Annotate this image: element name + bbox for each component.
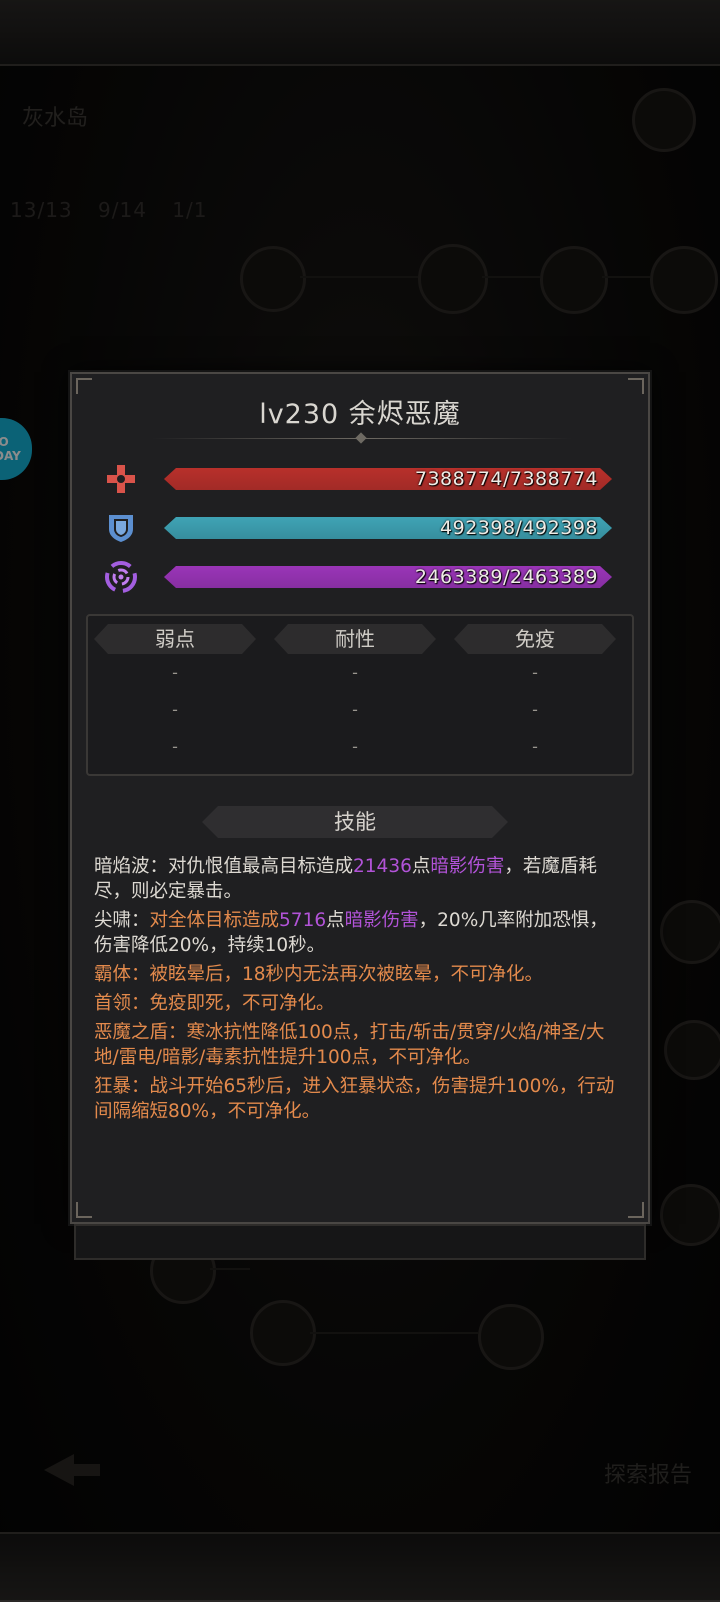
weakness-column: 弱点 - - - [94,624,256,765]
weakness-value: - [172,663,178,682]
magic-bar: 2463389/2463389 [164,566,612,588]
skills-header: 技能 [202,806,508,838]
skill-text: 对全体目标造成 [149,910,280,931]
health-bar: 7388774/7388774 [164,468,612,490]
skill-entry: 霸体：被眩晕后，18秒内无法再次被眩晕，不可净化。 [94,962,622,987]
panel-base [74,1224,646,1260]
resistance-value: - [352,737,358,756]
skill-text: 暗焰波：对仇恨值最高目标造成 [94,856,354,877]
shield-value: 492398/492398 [440,517,598,539]
panel-corner [628,1202,644,1218]
resistance-table: 弱点 - - - 耐性 - - - 免疫 - - - [86,614,634,776]
skill-text: 恶魔之盾：寒冰抗性降低100点，打击/斩击/贯穿/火焰/神圣/大地/雷电/暗影/… [94,1022,605,1068]
immunity-value: - [532,700,538,719]
skill-entry: 恶魔之盾：寒冰抗性降低100点，打击/斩击/贯穿/火焰/神圣/大地/雷电/暗影/… [94,1020,622,1070]
shield-icon [109,515,133,542]
skill-entry: 首领：免疫即死，不可净化。 [94,991,622,1016]
skill-text: 狂暴：战斗开始65秒后，进入狂暴状态，伤害提升100%，行动间隔缩短80%，不可… [94,1076,615,1122]
immunity-column: 免疫 - - - [454,624,616,765]
resistance-value: - [352,663,358,682]
vortex-icon [105,561,137,593]
skill-text: 点 [411,856,431,877]
boss-info-panel: lv230 余烬恶魔 7388774/7388774 492398/492398… [70,372,650,1224]
skill-text: 21436 [353,856,412,877]
resistance-header: 耐性 [274,624,436,654]
magic-value: 2463389/2463389 [414,566,598,588]
shield-bar: 492398/492398 [164,517,612,539]
skill-entry: 尖啸：对全体目标造成5716点暗影伤害，20%几率附加恐惧，伤害降低20%，持续… [94,908,622,958]
skill-text: 尖啸： [94,910,150,931]
skill-text: 暗影伤害 [344,910,419,931]
skill-text: 5716 [279,910,327,931]
immunity-header: 免疫 [454,624,616,654]
skill-text: 霸体：被眩晕后，18秒内无法再次被眩晕，不可净化。 [94,964,544,985]
weakness-header: 弱点 [94,624,256,654]
immunity-value: - [532,663,538,682]
weakness-value: - [172,737,178,756]
skill-entry: 狂暴：战斗开始65秒后，进入狂暴状态，伤害提升100%，行动间隔缩短80%，不可… [94,1074,622,1124]
skill-entry: 暗焰波：对仇恨值最高目标造成21436点暗影伤害，若魔盾耗尽，则必定暴击。 [94,854,622,904]
skill-text: 首领：免疫即死，不可净化。 [94,993,335,1014]
panel-corner [76,1202,92,1218]
skills-list: 暗焰波：对仇恨值最高目标造成21436点暗影伤害，若魔盾耗尽，则必定暴击。 尖啸：… [94,854,622,1128]
skill-text: 点 [326,910,345,931]
immunity-value: - [532,737,538,756]
boss-title: lv230 余烬恶魔 [259,399,461,430]
weakness-value: - [172,700,178,719]
health-value: 7388774/7388774 [414,468,598,490]
title-diamond-ornament [355,432,367,444]
resistance-column: 耐性 - - - [274,624,436,765]
skill-text: 暗影伤害 [430,856,505,877]
resistance-value: - [352,700,358,719]
health-cross-icon [107,465,135,493]
